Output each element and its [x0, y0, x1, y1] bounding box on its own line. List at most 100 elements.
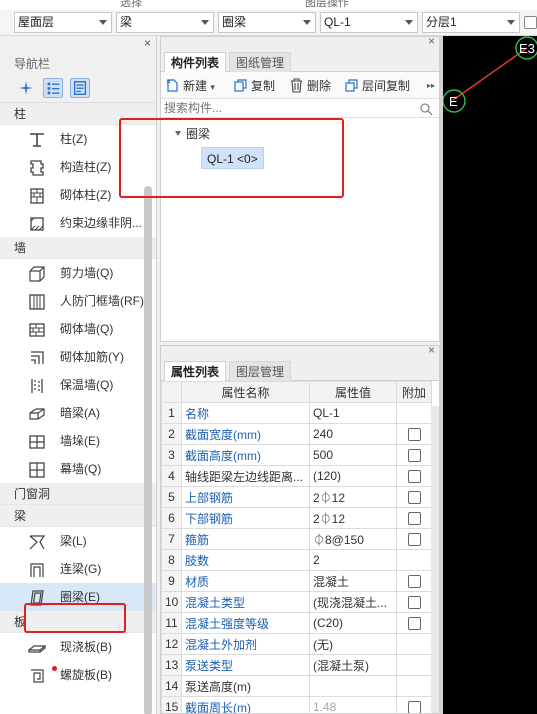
extra-checkbox[interactable]: [407, 428, 421, 442]
extra-checkbox[interactable]: [407, 491, 421, 505]
nav-item-label: 现浇板(B): [60, 640, 112, 654]
property-value[interactable]: 混凝土: [309, 570, 397, 592]
new-button[interactable]: 新建 ▾: [165, 77, 215, 95]
table-row[interactable]: 12 混凝土外加剂 (无): [161, 633, 432, 655]
bar-checkbox[interactable]: [524, 16, 537, 29]
extra-checkbox[interactable]: [407, 617, 421, 631]
property-value[interactable]: (混凝土泵): [309, 654, 397, 676]
close-icon[interactable]: ×: [428, 34, 435, 48]
extra-checkbox[interactable]: [407, 701, 421, 713]
top-ribbon-strip: 选择 图层操作: [0, 0, 537, 10]
layer-select-value: 分层1: [426, 15, 457, 29]
property-value[interactable]: (120): [309, 465, 397, 487]
beam-icon: [29, 535, 46, 550]
property-value[interactable]: 2: [309, 549, 397, 571]
table-row[interactable]: 10 混凝土类型 (现浇混凝土...: [161, 591, 432, 613]
type-select[interactable]: 圈梁: [218, 12, 316, 33]
property-value[interactable]: (C20): [309, 612, 397, 634]
extra-checkbox[interactable]: [407, 596, 421, 610]
property-scrollbar[interactable]: [431, 406, 439, 713]
table-row[interactable]: 11 混凝土强度等级 (C20): [161, 612, 432, 634]
delete-button[interactable]: 删除: [289, 77, 331, 95]
property-value[interactable]: (现浇混凝土...: [309, 591, 397, 613]
new-button-label: 新建: [183, 79, 208, 93]
table-row[interactable]: 9 材质 混凝土: [161, 570, 432, 592]
table-row[interactable]: 5 上部钢筋 2⏀12: [161, 486, 432, 508]
search-icon[interactable]: [419, 102, 433, 116]
row-index: 11: [161, 612, 182, 634]
table-row[interactable]: 6 下部钢筋 2⏀12: [161, 507, 432, 529]
ribbon-select-label[interactable]: 选择: [120, 0, 142, 10]
drawing-canvas[interactable]: E3 E: [443, 36, 537, 714]
nav-item-beam[interactable]: 梁(L): [0, 527, 156, 555]
nav-item-insulation-wall[interactable]: 保温墙(Q): [0, 371, 156, 399]
floor-copy-button[interactable]: 层间复制: [344, 77, 410, 95]
table-row[interactable]: 7 箍筋 ⏀8@150: [161, 528, 432, 550]
list-view-icon[interactable]: [43, 78, 63, 98]
property-value[interactable]: ⏀8@150: [309, 528, 397, 550]
extra-checkbox[interactable]: [407, 512, 421, 526]
property-value[interactable]: QL-1: [309, 402, 397, 424]
table-row[interactable]: 14 泵送高度(m): [161, 675, 432, 697]
extra-checkbox[interactable]: [407, 449, 421, 463]
table-row[interactable]: 1 名称 QL-1: [161, 402, 432, 424]
nav-section-wall[interactable]: 墙: [0, 237, 156, 259]
column-header-value: 属性值: [309, 381, 397, 403]
nav-item-masonry-reinforcement[interactable]: 砌体加筋(Y): [0, 343, 156, 371]
nav-section-openings[interactable]: 门窗洞: [0, 483, 156, 505]
detail-view-icon[interactable]: [70, 78, 90, 98]
extra-checkbox[interactable]: [407, 533, 421, 547]
table-row[interactable]: 2 截面宽度(mm) 240: [161, 423, 432, 445]
category-select[interactable]: 梁: [116, 12, 214, 33]
nav-item-hidden-beam[interactable]: 暗梁(A): [0, 399, 156, 427]
nav-item-masonry-wall[interactable]: 砌体墙(Q): [0, 315, 156, 343]
table-row[interactable]: 4 轴线距梁左边线距离... (120): [161, 465, 432, 487]
nav-item-coupling-beam[interactable]: 连梁(G): [0, 555, 156, 583]
nav-item-label: 幕墙(Q): [60, 462, 102, 476]
table-row[interactable]: 15 截面周长(m) 1.48: [161, 696, 432, 713]
property-panel: × 属性列表 图层管理 属性名称 属性值 附加 1 名称 QL-1 2 截面宽度(mm)…: [160, 345, 440, 714]
table-row[interactable]: 13 泵送类型 (混凝土泵): [161, 654, 432, 676]
extra-checkbox[interactable]: [407, 470, 421, 484]
nav-item-wall-pier[interactable]: 墙垛(E): [0, 427, 156, 455]
tab-layer-management[interactable]: 图层管理: [229, 361, 292, 381]
nav-scrollbar[interactable]: [144, 186, 152, 714]
nav-item-cast-slab[interactable]: 现浇板(B): [0, 633, 156, 661]
close-icon[interactable]: ×: [144, 36, 151, 50]
property-value[interactable]: 240: [309, 423, 397, 445]
nav-item-constraint-edge[interactable]: 约束边缘非阴...: [0, 209, 156, 237]
property-value[interactable]: [309, 675, 397, 697]
nav-item-shear-wall[interactable]: 剪力墙(Q): [0, 259, 156, 287]
nav-item-label: 构造柱(Z): [60, 160, 112, 174]
table-row[interactable]: 3 截面高度(mm) 500: [161, 444, 432, 466]
tab-component-list[interactable]: 构件列表: [164, 52, 227, 72]
property-value[interactable]: 500: [309, 444, 397, 466]
nav-item-spiral-slab[interactable]: 螺旋板(B): [0, 661, 156, 689]
property-value[interactable]: 1.48: [309, 696, 397, 713]
copy-button[interactable]: 复制: [233, 77, 275, 95]
row-index: 10: [161, 591, 182, 613]
tab-property-list[interactable]: 属性列表: [164, 361, 227, 381]
nav-item-civil-defense-door-wall[interactable]: 人防门框墙(RF): [0, 287, 156, 315]
layer-select[interactable]: 分层1: [422, 12, 520, 33]
table-row[interactable]: 8 肢数 2: [161, 549, 432, 571]
close-icon[interactable]: ×: [428, 346, 435, 357]
floor-select[interactable]: 屋面层: [14, 12, 112, 33]
sparkle-icon[interactable]: [16, 78, 36, 98]
extra-checkbox[interactable]: [407, 575, 421, 589]
property-value[interactable]: 2⏀12: [309, 507, 397, 529]
tab-drawing-management[interactable]: 图纸管理: [229, 52, 292, 72]
nav-section-beam[interactable]: 梁: [0, 505, 156, 527]
nav-item-curtain-wall[interactable]: 幕墙(Q): [0, 455, 156, 483]
canvas-drawing: E3 E: [443, 36, 537, 113]
row-index: 8: [161, 549, 182, 571]
component-select[interactable]: QL-1: [320, 12, 418, 33]
property-value[interactable]: (无): [309, 633, 397, 655]
more-tools-button[interactable]: ▸▸: [427, 77, 435, 95]
property-name: 泵送类型: [181, 654, 310, 676]
search-input[interactable]: [161, 99, 411, 117]
property-value[interactable]: 2⏀12: [309, 486, 397, 508]
constructional-column-icon: [30, 160, 44, 176]
chevron-down-icon: [201, 20, 209, 25]
ribbon-layer-ops-label[interactable]: 图层操作: [305, 0, 349, 10]
